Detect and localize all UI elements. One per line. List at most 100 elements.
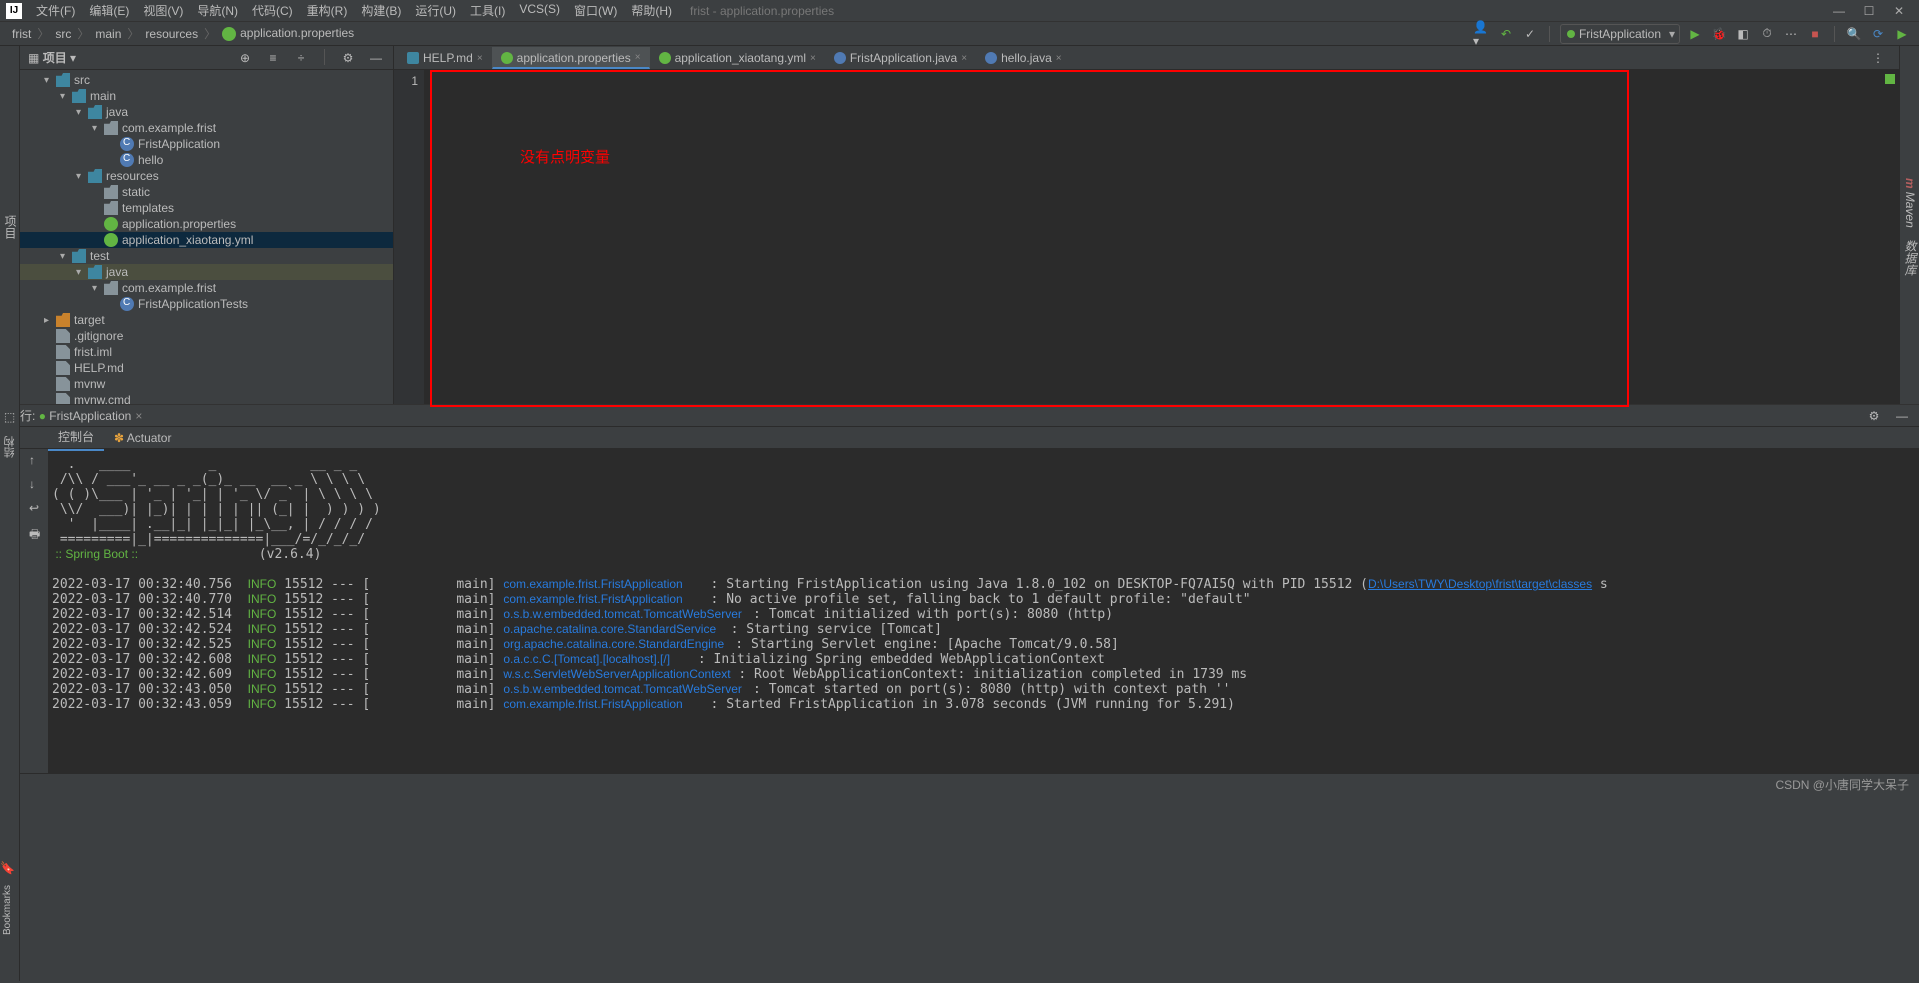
user-icon[interactable]: 👤▾: [1473, 25, 1491, 43]
spring-icon: [104, 217, 118, 231]
hide-icon[interactable]: —: [1893, 407, 1911, 425]
right-stripe[interactable]: m Maven 数据库: [1899, 46, 1919, 404]
run-config-select[interactable]: FristApplication: [1560, 24, 1680, 44]
close-tab-icon[interactable]: ×: [477, 53, 483, 64]
tree-item[interactable]: mvnw.cmd: [20, 392, 393, 404]
menu-file[interactable]: 文件(F): [30, 0, 81, 21]
up-icon[interactable]: ↑: [29, 453, 43, 467]
coverage-icon[interactable]: ◧: [1734, 25, 1752, 43]
editor-tab[interactable]: hello.java×: [976, 47, 1071, 69]
tree-item[interactable]: FristApplication: [20, 136, 393, 152]
console-output[interactable]: . ____ _ __ _ _ /\\ / ___'_ __ _ _(_)_ _…: [48, 449, 1919, 773]
tree-item[interactable]: mvnw: [20, 376, 393, 392]
menu-nav[interactable]: 导航(N): [191, 0, 244, 21]
menu-tools[interactable]: 工具(I): [464, 0, 511, 21]
menu-edit[interactable]: 编辑(E): [83, 0, 135, 21]
expand-icon[interactable]: ≡: [264, 49, 282, 67]
minimize-icon[interactable]: —: [1833, 5, 1845, 17]
tree-item[interactable]: HELP.md: [20, 360, 393, 376]
editor-tab[interactable]: FristApplication.java×: [825, 47, 976, 69]
gear-icon[interactable]: ⚙: [339, 49, 357, 67]
menu-help[interactable]: 帮助(H): [625, 0, 678, 21]
menu-refactor[interactable]: 重构(R): [301, 0, 354, 21]
tree-item[interactable]: ▾resources: [20, 168, 393, 184]
tab-console[interactable]: 控制台: [48, 424, 104, 451]
tree-item[interactable]: ▾com.example.frist: [20, 280, 393, 296]
structure-label[interactable]: 结构: [0, 432, 20, 462]
back-icon[interactable]: ↶: [1497, 25, 1515, 43]
jclass-icon: [120, 153, 134, 167]
tree-item[interactable]: ▾java: [20, 104, 393, 120]
collapse-icon[interactable]: ÷: [292, 49, 310, 67]
menu-code[interactable]: 代码(C): [246, 0, 299, 21]
tree-item[interactable]: application.properties: [20, 216, 393, 232]
run-config-tab[interactable]: FristApplication: [49, 409, 131, 423]
maven-m-icon[interactable]: m: [1903, 178, 1917, 189]
tab-actuator[interactable]: ✽ Actuator: [104, 427, 181, 449]
editor-tab[interactable]: application_xiaotang.yml×: [650, 47, 825, 69]
tree-item[interactable]: hello: [20, 152, 393, 168]
tree-item[interactable]: ▸target: [20, 312, 393, 328]
breadcrumb-item[interactable]: application.properties: [218, 26, 358, 41]
tree-item[interactable]: ▾src: [20, 72, 393, 88]
locate-icon[interactable]: ⊕: [236, 49, 254, 67]
hide-icon[interactable]: —: [367, 49, 385, 67]
redo-icon[interactable]: ✓: [1521, 25, 1539, 43]
tree-item[interactable]: .gitignore: [20, 328, 393, 344]
structure-icon[interactable]: ⬚: [4, 410, 15, 424]
tree-item[interactable]: application_xiaotang.yml: [20, 232, 393, 248]
jclass-icon: [120, 137, 134, 151]
menu-build[interactable]: 构建(B): [355, 0, 407, 21]
folder-icon: [88, 265, 102, 279]
gear-icon[interactable]: ⚙: [1865, 407, 1883, 425]
menu-window[interactable]: 窗口(W): [568, 0, 623, 21]
tree-item[interactable]: frist.iml: [20, 344, 393, 360]
tree-item[interactable]: static: [20, 184, 393, 200]
breadcrumb-item[interactable]: frist: [8, 27, 35, 41]
close-tab-icon[interactable]: ×: [635, 52, 641, 63]
folder-icon: [104, 281, 118, 295]
breadcrumb-item[interactable]: main: [91, 27, 125, 41]
tree-item[interactable]: templates: [20, 200, 393, 216]
breadcrumb-item[interactable]: src: [51, 27, 75, 41]
tree-item[interactable]: ▾com.example.frist: [20, 120, 393, 136]
debug-icon[interactable]: 🐞: [1710, 25, 1728, 43]
close-tab-icon[interactable]: ×: [810, 53, 816, 64]
ide-icon[interactable]: ▶: [1893, 25, 1911, 43]
status-bar: CSDN @小唐同学大呆子: [0, 773, 1919, 795]
close-tab-icon[interactable]: ×: [961, 53, 967, 64]
editor-tab[interactable]: HELP.md×: [398, 47, 492, 69]
breadcrumb-item[interactable]: resources: [141, 27, 202, 41]
menu-vcs[interactable]: VCS(S): [513, 0, 566, 21]
sync-icon[interactable]: ⟳: [1869, 25, 1887, 43]
tree-item[interactable]: ▾java: [20, 264, 393, 280]
profile-icon[interactable]: ⏱: [1758, 25, 1776, 43]
run-toolbar-inner: ↑ ↓ ↩ 🖶: [24, 449, 48, 773]
stop-icon[interactable]: ■: [1806, 25, 1824, 43]
run-icon[interactable]: ▶: [1686, 25, 1704, 43]
folder-icon: [72, 249, 86, 263]
wrap-icon[interactable]: ↩: [29, 501, 43, 515]
attach-icon[interactable]: ⋯: [1782, 25, 1800, 43]
left-stripe-project[interactable]: 项目: [0, 46, 20, 404]
tree-item[interactable]: ▾test: [20, 248, 393, 264]
tree-item[interactable]: ▾main: [20, 88, 393, 104]
project-tree[interactable]: ▾src▾main▾java▾com.example.fristFristApp…: [20, 70, 393, 404]
inspection-ok-icon[interactable]: [1885, 74, 1895, 84]
bookmarks-label[interactable]: Bookmarks: [0, 881, 15, 939]
search-icon[interactable]: 🔍: [1845, 25, 1863, 43]
menu-run[interactable]: 运行(U): [409, 0, 462, 21]
print-icon[interactable]: 🖶: [29, 525, 43, 539]
editor-tab[interactable]: application.properties×: [492, 47, 650, 69]
close-icon[interactable]: ✕: [1893, 5, 1905, 17]
database-icon[interactable]: 数据库: [1903, 240, 1917, 276]
tab-list-icon[interactable]: ⋮: [1869, 49, 1887, 67]
code-area[interactable]: 没有点明变量: [424, 70, 1899, 404]
maximize-icon[interactable]: ☐: [1863, 5, 1875, 17]
close-tab-icon[interactable]: ×: [1056, 53, 1062, 64]
tree-item[interactable]: FristApplicationTests: [20, 296, 393, 312]
menu-view[interactable]: 视图(V): [137, 0, 189, 21]
editor-tabs: HELP.md×application.properties×applicati…: [394, 46, 1899, 70]
down-icon[interactable]: ↓: [29, 477, 43, 491]
bookmarks-icon[interactable]: 🔖: [0, 861, 15, 875]
